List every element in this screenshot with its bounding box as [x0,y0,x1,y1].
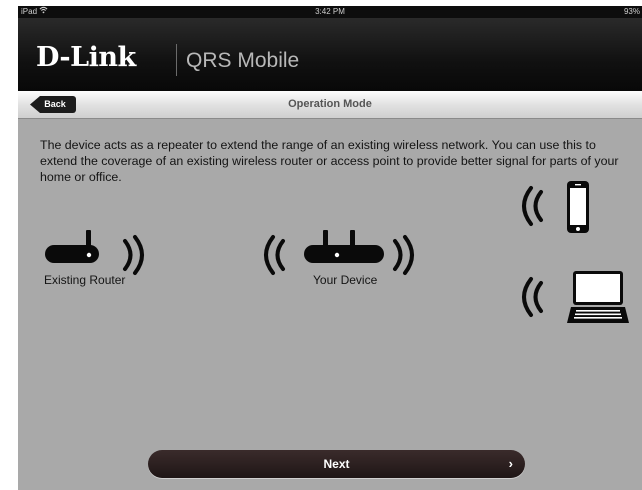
wifi-wave-icon [393,235,414,275]
description-text: The device acts as a repeater to extend … [40,138,619,184]
page-title: Operation Mode [288,98,372,110]
wifi-wave-icon [123,235,144,275]
dlink-logo: D-Link [36,42,136,73]
app-name: QRS Mobile [186,49,300,72]
laptop-icon [567,271,629,323]
header-divider [176,44,177,76]
phone-icon [567,181,589,233]
brand-header: D-Link QRS Mobile [18,18,642,91]
app-screen: iPad 3:42 PM 93% D-Link QRS Mobile Opera… [18,6,642,490]
status-bar: iPad 3:42 PM 93% [18,6,642,18]
repeater-icon [304,230,384,263]
chevron-right-icon: › [508,456,513,471]
clock: 3:42 PM [315,7,345,16]
wifi-wave-icon [522,277,543,317]
existing-router-label: Existing Router [44,273,126,287]
navigation-bar: Operation Mode Back [18,91,642,119]
wifi-wave-icon [264,235,285,275]
next-button[interactable]: Next › [148,450,525,478]
router-icon [45,230,99,263]
battery-level: 93% [623,7,640,16]
next-button-label: Next [323,457,350,471]
wifi-wave-icon [522,186,543,226]
your-device-label: Your Device [313,273,378,287]
